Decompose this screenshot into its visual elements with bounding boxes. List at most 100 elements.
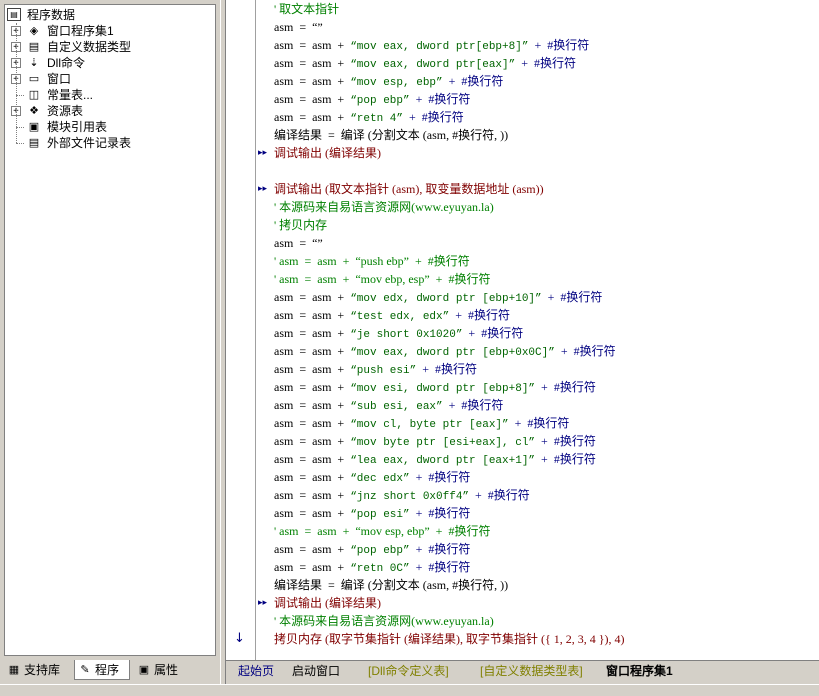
code-line[interactable]: asm = asm + “sub esi, eax” + #换行符: [274, 396, 503, 414]
code-line[interactable]: ' 本源码来自易语言资源网(www.eyuyan.la): [274, 198, 494, 216]
tab-properties[interactable]: ▣ 属性: [134, 660, 190, 680]
code-line[interactable]: 编译结果 = 编译 (分割文本 (asm, #换行符, )): [274, 576, 508, 594]
code-expression: asm = asm +: [274, 398, 351, 412]
newline-constant: + #换行符: [429, 272, 491, 286]
code-line[interactable]: asm = asm + “mov eax, dword ptr [ebp+0x0…: [274, 342, 616, 360]
code-line[interactable]: asm = asm + “mov esi, dword ptr [ebp+8]”…: [274, 378, 596, 396]
code-expression: asm = asm +: [274, 110, 351, 124]
tab-startup-window[interactable]: 启动窗口: [292, 661, 340, 681]
code-expression: asm = asm +: [274, 416, 351, 430]
constants-icon: ◫: [28, 88, 40, 101]
program-data-tree[interactable]: ▤ 程序数据 + ◈ 窗口程序集1 + ▤ 自定义数据类型 + ⇣ Dll命令 + ▭ 窗口 ◫ 常量表.…: [4, 4, 216, 656]
code-line[interactable]: asm = asm + “pop esi” + #换行符: [274, 504, 470, 522]
code-line[interactable]: ' 本源码来自易语言资源网(www.eyuyan.la): [274, 612, 494, 630]
tree-item-label: 窗口: [47, 72, 72, 86]
code-line[interactable]: asm = asm + “mov byte ptr [esi+eax], cl”…: [274, 432, 596, 450]
code-line[interactable]: asm = “”: [274, 234, 323, 252]
tree-item-label: 资源表: [47, 104, 84, 118]
code-line[interactable]: asm = “”: [274, 18, 323, 36]
code-expression: asm = asm +: [274, 542, 351, 556]
code-expression: asm = asm +: [274, 362, 351, 376]
flow-arrow-icon: ▸▸: [258, 184, 268, 194]
code-line[interactable]: 拷贝内存 (取字节集指针 (编译结果), 取字节集指针 ({ 1, 2, 3, …: [274, 630, 625, 648]
code-line[interactable]: 调试输出 (编译结果): [274, 594, 381, 612]
string-literal: “pop esi”: [350, 509, 410, 521]
code-expression: asm = asm +: [274, 74, 351, 88]
code-line[interactable]: asm = asm + “mov esp, ebp” + #换行符: [274, 72, 503, 90]
newline-constant: + #换行符: [535, 452, 596, 466]
code-line[interactable]: asm = asm + “je short 0x1020” + #换行符: [274, 324, 523, 342]
code-line[interactable]: asm = asm + “test edx, edx” + #换行符: [274, 306, 510, 324]
tree-item-label: 常量表...: [47, 88, 94, 102]
string-literal: “mov eax, dword ptr[ebp+8]”: [350, 41, 529, 53]
code-statement: 调试输出 (编译结果): [274, 146, 381, 160]
code-line[interactable]: ' asm = asm + “push ebp” + #换行符: [274, 252, 470, 270]
code-line[interactable]: asm = asm + “mov eax, dword ptr[ebp+8]” …: [274, 36, 589, 54]
program-data-icon: ▤: [7, 8, 21, 21]
string-literal: “mov esp, ebp”: [355, 524, 430, 538]
newline-constant: + #换行符: [535, 380, 596, 394]
tree-connector-line: [16, 23, 17, 143]
code-line[interactable]: ' asm = asm + “mov ebp, esp” + #换行符: [274, 270, 490, 288]
code-line[interactable]: 编译结果 = 编译 (分割文本 (asm, #换行符, )): [274, 126, 508, 144]
code-expression: asm = asm +: [274, 308, 351, 322]
data-type-icon: ▤: [28, 40, 40, 53]
code-line[interactable]: asm = asm + “jnz short 0x0ff4” + #换行符: [274, 486, 530, 504]
newline-constant: + #换行符: [528, 38, 590, 52]
string-literal: “push ebp”: [355, 254, 410, 268]
newline-constant: + #换行符: [409, 470, 471, 484]
newline-constant: + #换行符: [409, 92, 471, 106]
code-line[interactable]: ' 取文本指针: [274, 0, 339, 18]
code-line[interactable]: asm = asm + “push esi” + #换行符: [274, 360, 477, 378]
books-icon: ▦: [8, 664, 20, 676]
tab-dll-commands[interactable]: [Dll命令定义表]: [368, 661, 449, 681]
program-icon: ✎: [80, 664, 90, 676]
tab-program[interactable]: ✎ 程序: [74, 660, 130, 680]
string-literal: “mov eax, dword ptr[eax]”: [350, 59, 516, 71]
code-expression: asm = asm +: [274, 434, 351, 448]
code-comment: ' 取文本指针: [274, 2, 340, 16]
code-line[interactable]: asm = asm + “dec edx” + #换行符: [274, 468, 470, 486]
code-line[interactable]: asm = asm + “pop ebp” + #换行符: [274, 90, 470, 108]
newline-constant: + #换行符: [462, 326, 524, 340]
newline-constant: + #换行符: [403, 110, 464, 124]
code-editor[interactable]: ' 取文本指针 asm = “” asm = asm + “mov eax, dwo…: [226, 0, 819, 660]
newline-constant: + #换行符: [554, 344, 616, 358]
tree-connector: [16, 95, 24, 96]
string-literal: “mov byte ptr [esi+eax], cl”: [350, 437, 536, 449]
code-line[interactable]: 调试输出 (取文本指针 (asm), 取变量数据地址 (asm)): [274, 180, 544, 198]
tab-support-library[interactable]: ▦ 支持库: [4, 660, 70, 680]
code-line[interactable]: ' asm = asm + “mov esp, ebp” + #换行符: [274, 522, 490, 540]
tab-custom-types[interactable]: [自定义数据类型表]: [480, 661, 583, 681]
code-expression: asm = asm +: [274, 506, 351, 520]
newline-constant: + #换行符: [535, 434, 596, 448]
code-line[interactable]: asm = asm + “mov eax, dword ptr[eax]” + …: [274, 54, 576, 72]
string-literal: “mov cl, byte ptr [eax]”: [350, 419, 509, 431]
module-icon: ▣: [28, 120, 40, 133]
string-literal: “test edx, edx”: [350, 311, 450, 323]
tab-start-page[interactable]: 起始页: [238, 661, 274, 681]
newline-constant: + #换行符: [541, 290, 603, 304]
code-line[interactable]: asm = asm + “mov cl, byte ptr [eax]” + #…: [274, 414, 569, 432]
code-comment: ' 本源码来自易语言资源网(www.eyuyan.la): [274, 200, 494, 214]
code-line[interactable]: 调试输出 (编译结果): [274, 144, 381, 162]
code-expression: ' asm = asm +: [274, 524, 356, 538]
code-statement: asm = “”: [274, 20, 323, 34]
code-line[interactable]: ' 拷贝内存: [274, 216, 327, 234]
left-panel-tabs: ▦ 支持库 ✎ 程序 ▣ 属性: [4, 660, 216, 682]
status-strip: [0, 684, 819, 696]
string-literal: “mov esp, ebp”: [350, 77, 443, 89]
tab-window-assembly[interactable]: 窗口程序集1: [606, 661, 673, 681]
code-line[interactable]: asm = asm + “lea eax, dword ptr [eax+1]”…: [274, 450, 596, 468]
code-line[interactable]: asm = asm + “mov edx, dword ptr [ebp+10]…: [274, 288, 602, 306]
tab-properties-label: 属性: [154, 663, 179, 677]
newline-constant: + #换行符: [409, 254, 470, 268]
string-literal: “jnz short 0x0ff4”: [350, 491, 470, 503]
code-line[interactable]: asm = asm + “retn 0C” + #换行符: [274, 558, 470, 576]
tree-connector: [16, 127, 24, 128]
code-line[interactable]: asm = asm + “pop ebp” + #换行符: [274, 540, 470, 558]
string-literal: “sub esi, eax”: [350, 401, 443, 413]
string-literal: “mov eax, dword ptr [ebp+0x0C]”: [350, 347, 555, 359]
tree-connector: [16, 143, 24, 144]
code-line[interactable]: asm = asm + “retn 4” + #换行符: [274, 108, 464, 126]
